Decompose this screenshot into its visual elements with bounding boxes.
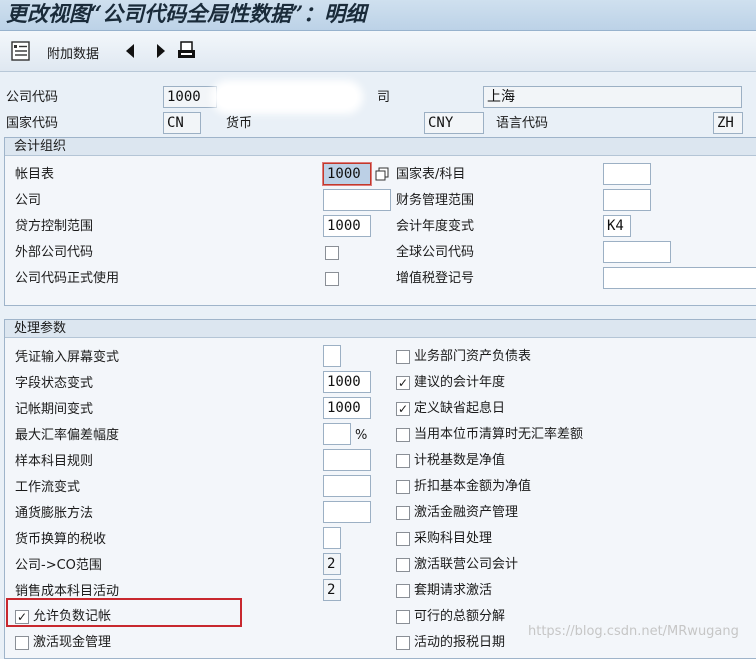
jv-accounting-label: 激活联营公司会计 — [414, 557, 519, 572]
jv-accounting-checkbox[interactable] — [396, 558, 410, 572]
country-chart-label: 国家表/科目 — [396, 167, 466, 182]
tax-currency-translation-label: 货币换算的税收 — [15, 532, 107, 547]
additional-data-button[interactable]: 附加数据 — [47, 43, 99, 62]
city-field: 上海 — [483, 86, 742, 108]
no-fx-diff-checkbox[interactable] — [396, 428, 410, 442]
processing-title: 处理参数 — [5, 320, 756, 338]
company-code-label: 公司代码 — [6, 90, 59, 105]
workflow-variant-label: 工作流变式 — [15, 480, 81, 495]
redaction-mask — [217, 86, 357, 108]
global-company-field[interactable] — [603, 241, 671, 263]
purchase-account-label: 采购科目处理 — [414, 531, 493, 546]
tax-base-net-label: 计税基数是净值 — [414, 453, 506, 468]
highlight-box — [6, 598, 242, 627]
toolbar: 附加数据 — [0, 31, 756, 72]
country-code-label: 国家代码 — [6, 116, 59, 131]
discount-base-net-checkbox[interactable] — [396, 480, 410, 494]
company-name-fragment: 司 — [377, 90, 391, 105]
cash-management-checkbox[interactable] — [15, 636, 29, 650]
cost-of-sales-field: 2 — [323, 579, 341, 601]
business-area-bs-label: 业务部门资产负债表 — [414, 349, 532, 364]
propose-fiscal-year-label: 建议的会计年度 — [414, 375, 506, 390]
chart-of-accounts-field[interactable]: 1000 — [323, 163, 371, 185]
fiscal-year-variant-field[interactable]: K4 — [603, 215, 631, 237]
currency-field: CNY — [424, 112, 484, 134]
tax-reporting-date-checkbox[interactable] — [396, 636, 410, 650]
workflow-variant-field[interactable] — [323, 475, 371, 497]
tax-currency-translation-field[interactable] — [323, 527, 341, 549]
hedge-request-checkbox[interactable] — [396, 584, 410, 598]
vat-reg-field[interactable] — [603, 267, 756, 289]
page-title: 更改视图“公司代码全局性数据”：明细 — [6, 1, 367, 26]
cash-management-label: 激活现金管理 — [33, 635, 112, 650]
max-exchange-deviation-field[interactable] — [323, 423, 351, 445]
posting-period-variant-label: 记帐期间变式 — [15, 402, 94, 417]
fiscal-year-variant-label: 会计年度变式 — [396, 219, 475, 234]
credit-control-label: 贷方控制范围 — [15, 219, 94, 234]
field-status-variant-field[interactable]: 1000 — [323, 371, 371, 393]
external-company-checkbox[interactable] — [325, 246, 339, 260]
previous-icon[interactable] — [121, 40, 143, 62]
hedge-request-label: 套期请求激活 — [414, 583, 493, 598]
company-label: 公司 — [15, 193, 42, 208]
amount-split-label: 可行的总额分解 — [414, 609, 506, 624]
propose-fiscal-year-checkbox[interactable]: ✓ — [396, 376, 410, 390]
details-icon[interactable] — [10, 40, 32, 62]
percent-sign: % — [355, 428, 368, 443]
company-co-area-label: 公司->CO范围 — [15, 558, 102, 573]
posting-period-variant-field[interactable]: 1000 — [323, 397, 371, 419]
max-exchange-deviation-label: 最大汇率偏差幅度 — [15, 428, 120, 443]
purchase-account-checkbox[interactable] — [396, 532, 410, 546]
sample-account-rule-label: 样本科目规则 — [15, 454, 94, 469]
inflation-method-label: 通货膨胀方法 — [15, 506, 94, 521]
watermark: https://blog.csdn.net/MRwugang — [528, 624, 739, 639]
default-value-date-checkbox[interactable]: ✓ — [396, 402, 410, 416]
company-code-field: 1000 — [163, 86, 217, 108]
default-value-date-label: 定义缺省起息日 — [414, 401, 506, 416]
field-status-variant-label: 字段状态变式 — [15, 376, 94, 391]
language-field: ZH — [713, 112, 743, 134]
tax-base-net-checkbox[interactable] — [396, 454, 410, 468]
global-company-label: 全球公司代码 — [396, 245, 475, 260]
business-area-bs-checkbox[interactable] — [396, 350, 410, 364]
accounting-org-title: 会计组织 — [5, 138, 756, 156]
doc-entry-variant-field[interactable] — [323, 345, 341, 367]
search-help-icon[interactable] — [375, 167, 389, 181]
print-icon[interactable] — [176, 40, 198, 62]
sample-account-rule-field[interactable] — [323, 449, 371, 471]
credit-control-field[interactable]: 1000 — [323, 215, 371, 237]
language-label: 语言代码 — [496, 116, 549, 131]
company-field[interactable] — [323, 189, 391, 211]
vat-reg-label: 增值税登记号 — [396, 271, 475, 286]
chart-of-accounts-label: 帐目表 — [15, 167, 55, 182]
currency-label: 货币 — [226, 116, 253, 131]
company-productive-label: 公司代码正式使用 — [15, 271, 120, 286]
fm-area-field[interactable] — [603, 189, 651, 211]
title-bar: 更改视图“公司代码全局性数据”：明细 — [0, 0, 756, 31]
company-co-area-field: 2 — [323, 553, 341, 575]
fm-area-label: 财务管理范围 — [396, 193, 475, 208]
discount-base-net-label: 折扣基本金额为净值 — [414, 479, 532, 494]
country-code-field: CN — [163, 112, 201, 134]
inflation-method-field[interactable] — [323, 501, 371, 523]
financial-assets-mgmt-label: 激活金融资产管理 — [414, 505, 519, 520]
no-fx-diff-label: 当用本位币清算时无汇率差额 — [414, 427, 584, 442]
amount-split-checkbox[interactable] — [396, 610, 410, 624]
financial-assets-mgmt-checkbox[interactable] — [396, 506, 410, 520]
tax-reporting-date-label: 活动的报税日期 — [414, 635, 506, 650]
country-chart-field[interactable] — [603, 163, 651, 185]
doc-entry-variant-label: 凭证输入屏幕变式 — [15, 350, 120, 365]
company-productive-checkbox[interactable] — [325, 272, 339, 286]
external-company-label: 外部公司代码 — [15, 245, 94, 260]
next-icon[interactable] — [150, 40, 172, 62]
